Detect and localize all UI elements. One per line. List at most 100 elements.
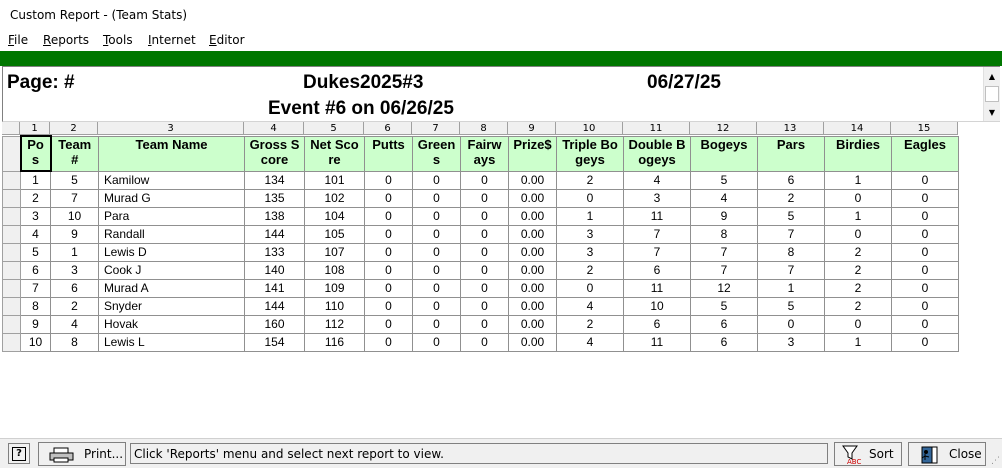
table-cell[interactable]: 11 <box>623 206 691 226</box>
menu-file[interactable]: File <box>8 33 28 47</box>
table-cell[interactable]: 0 <box>412 224 461 244</box>
table-cell[interactable]: 0 <box>460 314 509 334</box>
table-cell[interactable]: 9 <box>50 224 99 244</box>
table-cell[interactable]: 8 <box>20 296 51 316</box>
column-header-8[interactable]: Prize$ <box>508 135 557 172</box>
table-cell[interactable]: 141 <box>244 278 305 298</box>
table-cell[interactable]: 1 <box>824 206 892 226</box>
table-cell[interactable]: 1 <box>824 170 892 190</box>
table-cell[interactable]: 2 <box>50 296 99 316</box>
table-cell[interactable]: 1 <box>824 332 892 352</box>
table-cell[interactable]: 0 <box>891 170 959 190</box>
table-cell[interactable]: Lewis D <box>98 242 245 262</box>
table-cell[interactable]: 116 <box>304 332 365 352</box>
table-cell[interactable]: 7 <box>757 224 825 244</box>
table-cell[interactable]: 0 <box>364 170 413 190</box>
table-cell[interactable]: 0 <box>364 206 413 226</box>
table-cell[interactable]: 11 <box>623 278 691 298</box>
table-cell[interactable]: 112 <box>304 314 365 334</box>
table-cell[interactable]: 7 <box>50 188 99 208</box>
table-cell[interactable]: 9 <box>20 314 51 334</box>
row-selector[interactable] <box>2 170 21 190</box>
table-cell[interactable]: 0 <box>460 206 509 226</box>
table-cell[interactable]: 8 <box>690 224 758 244</box>
table-cell[interactable]: 102 <box>304 188 365 208</box>
table-cell[interactable]: 4 <box>20 224 51 244</box>
table-cell[interactable]: 0 <box>824 314 892 334</box>
table-cell[interactable]: 0 <box>412 314 461 334</box>
table-cell[interactable]: 4 <box>556 296 624 316</box>
table-cell[interactable]: 0.00 <box>508 224 557 244</box>
table-cell[interactable]: 3 <box>556 224 624 244</box>
table-cell[interactable]: Hovak <box>98 314 245 334</box>
column-header-0[interactable]: Pos <box>19 135 52 172</box>
table-cell[interactable]: 2 <box>824 260 892 280</box>
table-row[interactable]: 7 6 Murad A 141 109 0 0 0 0.00 0 11 12 1 2 0 <box>2 278 959 298</box>
table-cell[interactable]: 0 <box>824 224 892 244</box>
row-selector[interactable] <box>2 296 21 316</box>
table-cell[interactable]: 7 <box>623 224 691 244</box>
table-cell[interactable]: 140 <box>244 260 305 280</box>
table-cell[interactable]: 7 <box>623 242 691 262</box>
table-cell[interactable]: 0 <box>556 278 624 298</box>
table-cell[interactable]: 0 <box>412 170 461 190</box>
table-cell[interactable]: 2 <box>556 170 624 190</box>
menu-tools[interactable]: Tools <box>103 33 133 47</box>
table-cell[interactable]: 105 <box>304 224 365 244</box>
table-cell[interactable]: 0.00 <box>508 188 557 208</box>
table-cell[interactable]: 0 <box>460 260 509 280</box>
table-cell[interactable]: 1 <box>20 170 51 190</box>
column-header-14[interactable]: Eagles <box>891 135 959 172</box>
table-row[interactable]: 5 1 Lewis D 133 107 0 0 0 0.00 3 7 7 8 2 0 <box>2 242 959 262</box>
table-cell[interactable]: 0 <box>460 188 509 208</box>
table-cell[interactable]: Para <box>98 206 245 226</box>
table-cell[interactable]: 5 <box>757 296 825 316</box>
table-cell[interactable]: 7 <box>20 278 51 298</box>
table-cell[interactable]: 4 <box>556 332 624 352</box>
print-button[interactable]: Print... <box>38 442 126 466</box>
table-cell[interactable]: 144 <box>244 296 305 316</box>
row-selector[interactable] <box>2 224 21 244</box>
table-cell[interactable]: Murad A <box>98 278 245 298</box>
table-cell[interactable]: 0 <box>460 224 509 244</box>
table-cell[interactable]: 0 <box>891 188 959 208</box>
table-cell[interactable]: 0 <box>460 296 509 316</box>
table-cell[interactable]: 11 <box>623 332 691 352</box>
table-cell[interactable]: 0 <box>412 206 461 226</box>
table-row[interactable]: 4 9 Randall 144 105 0 0 0 0.00 3 7 8 7 0 0 <box>2 224 959 244</box>
table-cell[interactable]: 6 <box>757 170 825 190</box>
row-selector[interactable] <box>2 314 21 334</box>
table-cell[interactable]: 0 <box>891 260 959 280</box>
table-cell[interactable]: 0 <box>364 242 413 262</box>
table-cell[interactable]: Cook J <box>98 260 245 280</box>
table-cell[interactable]: 0 <box>891 278 959 298</box>
column-header-11[interactable]: Bogeys <box>690 135 758 172</box>
table-cell[interactable]: 0.00 <box>508 314 557 334</box>
table-cell[interactable]: 101 <box>304 170 365 190</box>
table-cell[interactable]: 6 <box>20 260 51 280</box>
column-header-9[interactable]: Triple Bogeys <box>556 135 624 172</box>
table-cell[interactable]: 0 <box>364 314 413 334</box>
table-row[interactable]: 9 4 Hovak 160 112 0 0 0 0.00 2 6 6 0 0 0 <box>2 314 959 334</box>
table-cell[interactable]: 0 <box>824 188 892 208</box>
table-cell[interactable]: 5 <box>20 242 51 262</box>
column-header-10[interactable]: Double Bogeys <box>623 135 691 172</box>
table-cell[interactable]: 6 <box>690 332 758 352</box>
table-cell[interactable]: 2 <box>824 278 892 298</box>
table-cell[interactable]: 0.00 <box>508 296 557 316</box>
table-cell[interactable]: 2 <box>556 314 624 334</box>
table-cell[interactable]: 0 <box>364 260 413 280</box>
table-cell[interactable]: 0 <box>460 278 509 298</box>
table-cell[interactable]: 1 <box>50 242 99 262</box>
table-cell[interactable]: 0 <box>364 332 413 352</box>
table-cell[interactable]: 0 <box>460 242 509 262</box>
close-button[interactable]: Close <box>908 442 986 466</box>
column-header-13[interactable]: Birdies <box>824 135 892 172</box>
table-cell[interactable]: 3 <box>50 260 99 280</box>
table-cell[interactable]: 7 <box>690 242 758 262</box>
column-header-2[interactable]: Team Name <box>98 135 245 172</box>
table-cell[interactable]: 0 <box>412 260 461 280</box>
table-cell[interactable]: 138 <box>244 206 305 226</box>
row-selector[interactable] <box>2 188 21 208</box>
table-cell[interactable]: 135 <box>244 188 305 208</box>
